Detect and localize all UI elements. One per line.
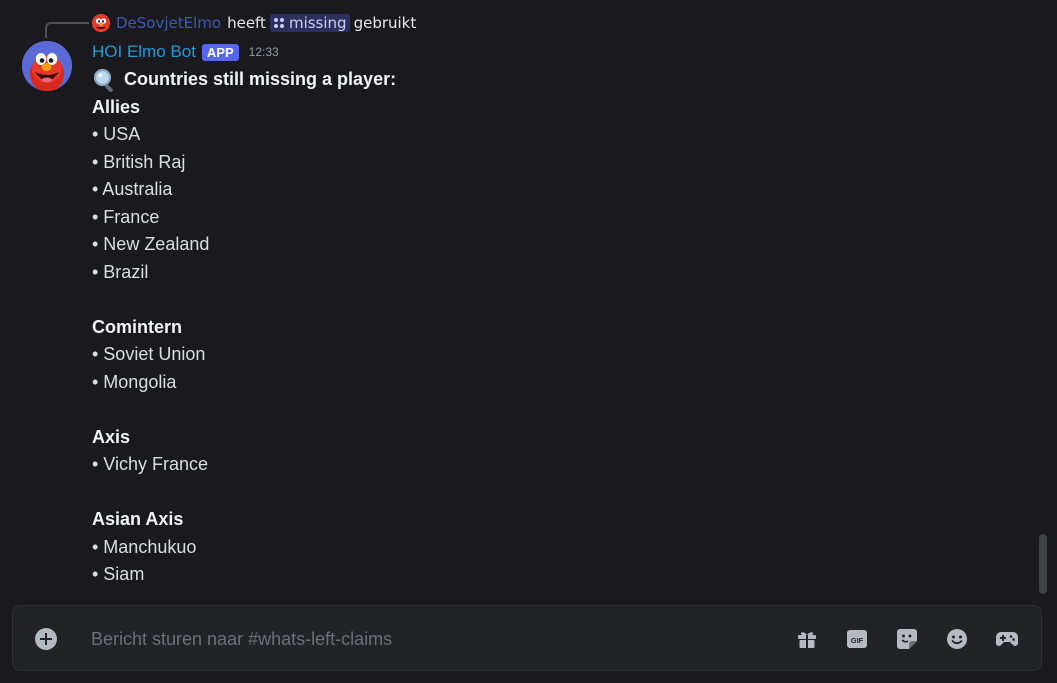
group-title-axis: Axis	[92, 426, 131, 447]
heading-text: Countries still missing a player:	[124, 69, 397, 89]
upload-button[interactable]	[34, 627, 58, 651]
group-title-allies: Allies	[92, 96, 141, 117]
message-list: DeSovjetElmo heeft missing gebruikt HOI …	[0, 0, 1057, 605]
plus-circle-icon	[35, 628, 57, 650]
list-item: • Manchukuo	[92, 536, 197, 557]
gif-button[interactable]: GIF	[844, 626, 870, 652]
activities-button[interactable]	[994, 626, 1020, 652]
message-content: Countries still missing a player: Allies…	[92, 66, 396, 589]
bot-avatar[interactable]	[22, 41, 72, 91]
reply-user-avatar[interactable]	[92, 14, 110, 32]
sticker-icon	[897, 629, 917, 649]
sticker-button[interactable]	[894, 626, 920, 652]
group-title-asian-axis: Asian Axis	[92, 509, 184, 529]
list-item: • Mongolia	[92, 371, 177, 392]
reply-action-text: heeft	[227, 14, 266, 32]
command-mention[interactable]: missing	[269, 14, 350, 32]
list-item: • Brazil	[92, 261, 149, 282]
scrollbar-track[interactable]	[1039, 10, 1047, 600]
app-command-icon	[273, 18, 284, 28]
list-item: • New Zealand	[92, 234, 210, 254]
list-item: • Soviet Union	[92, 344, 206, 364]
message-header: HOI Elmo Bot APP 12:33	[92, 40, 279, 64]
message-heading: Countries still missing a player:	[92, 66, 396, 94]
command-usage-line: DeSovjetElmo heeft missing gebruikt	[92, 12, 420, 34]
list-item: • British Raj	[92, 151, 186, 172]
bot-username[interactable]: HOI Elmo Bot	[92, 42, 196, 62]
gift-button[interactable]	[794, 626, 820, 652]
scrollbar-thumb[interactable]	[1039, 534, 1047, 594]
reply-action-suffix: gebruikt	[353, 14, 417, 32]
list-item: • USA	[92, 124, 141, 144]
gamepad-icon	[995, 632, 1019, 646]
list-item: • Vichy France	[92, 454, 209, 474]
magnifying-glass-icon	[93, 68, 113, 92]
gif-label: GIF	[851, 636, 864, 645]
command-name: missing	[288, 14, 347, 32]
list-item: • Australia	[92, 179, 173, 199]
gif-icon: GIF	[847, 630, 867, 648]
app-badge: APP	[201, 43, 239, 61]
reply-connector	[45, 22, 89, 38]
list-item: • France	[92, 206, 160, 227]
message-input[interactable]	[91, 622, 731, 656]
reply-username[interactable]: DeSovjetElmo	[116, 14, 221, 32]
gift-icon	[798, 632, 816, 648]
message-composer: GIF	[12, 605, 1042, 671]
emoji-button[interactable]	[944, 626, 970, 652]
emoji-icon	[947, 629, 967, 649]
group-title-comintern: Comintern	[92, 316, 182, 337]
message-timestamp[interactable]: 12:33	[249, 45, 279, 59]
list-item: • Siam	[92, 564, 145, 584]
